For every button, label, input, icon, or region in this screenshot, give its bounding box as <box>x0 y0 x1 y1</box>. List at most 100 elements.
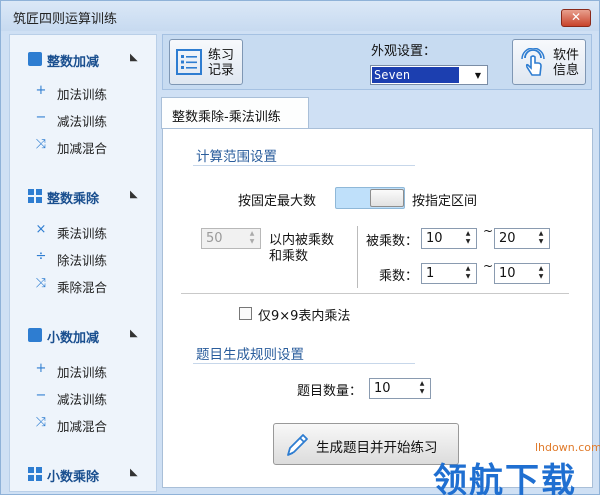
toolbar: 练习 记录 外观设置： Seven ▼ 软件 信息 <box>162 34 592 90</box>
interval-label: 按指定区间 <box>412 194 478 209</box>
sidebar-item-dec-sub[interactable]: − 减法训练 <box>10 386 156 408</box>
table-only-checkbox[interactable] <box>239 307 252 320</box>
question-count-stepper[interactable]: 10 ▲ ▼ <box>369 378 431 399</box>
sidebar-item-dec-addsub-mix[interactable]: ⤨ 加减混合 <box>10 413 156 435</box>
button-label: 练习 <box>208 48 235 63</box>
multiplicand-from-stepper[interactable]: 10 ▲ ▼ <box>421 228 477 249</box>
sidebar-group-label: 整数加减 <box>47 55 100 70</box>
practice-records-button[interactable]: 练习 记录 <box>169 39 243 85</box>
grid-icon <box>28 189 42 203</box>
sidebar-item-label: 减法训练 <box>57 392 108 407</box>
sidebar-item-int-sub[interactable]: − 减法训练 <box>10 108 156 130</box>
stepper-arrows-icon[interactable]: ▲ ▼ <box>535 265 547 282</box>
sidebar-group-dec-muldiv[interactable]: 小数乘除 ◣ <box>10 460 156 488</box>
title-bar: 筑匠四则运算训练 ✕ <box>1 1 599 31</box>
close-icon: ✕ <box>570 10 582 24</box>
max-number-stepper[interactable]: 50 ▲ ▼ <box>201 228 261 249</box>
sidebar-item-int-muldiv-mix[interactable]: ⤨ 乘除混合 <box>10 274 156 296</box>
sidebar-group-label: 小数乘除 <box>47 470 100 485</box>
multiplier-to-stepper[interactable]: 10 ▲ ▼ <box>494 263 550 284</box>
fixed-max-label: 按固定最大数 <box>238 194 317 209</box>
sidebar: 整数加减 ◣ + 加法训练 − 减法训练 ⤨ 加减混合 整数乘除 ◣ × 乘法训练 ÷ 除… <box>9 34 157 492</box>
sidebar-item-int-mul[interactable]: × 乘法训练 <box>10 220 156 242</box>
sidebar-item-label: 乘法训练 <box>57 226 108 241</box>
stepper-arrows-icon[interactable]: ▲ ▼ <box>246 230 258 247</box>
section-divider <box>193 363 415 364</box>
training-panel: 计算范围设置 按固定最大数 按指定区间 50 ▲ ▼ 以内被乘数 和乘数 被乘数：… <box>162 128 593 488</box>
stepper-value: 10 <box>426 231 443 246</box>
sidebar-item-label: 加法训练 <box>57 87 108 102</box>
multiplicand-to-stepper[interactable]: 20 ▲ ▼ <box>494 228 550 249</box>
collapse-arrow-icon: ◣ <box>130 189 138 200</box>
stepper-arrows-icon[interactable]: ▲ ▼ <box>462 230 474 247</box>
sidebar-item-int-addsub-mix[interactable]: ⤨ 加减混合 <box>10 135 156 157</box>
sidebar-item-dec-add[interactable]: + 加法训练 <box>10 359 156 381</box>
table-only-label[interactable]: 仅9×9表内乘法 <box>258 305 350 324</box>
button-label: 软件 <box>553 48 580 63</box>
plus-icon: + <box>35 83 47 98</box>
sidebar-item-label: 加减混合 <box>57 141 108 156</box>
collapse-arrow-icon: ◣ <box>130 328 138 339</box>
shuffle-icon: ⤨ <box>35 137 47 152</box>
multiplier-from-stepper[interactable]: 1 ▲ ▼ <box>421 263 477 284</box>
question-count-label: 题目数量： <box>297 384 363 399</box>
appearance-label: 外观设置： <box>371 44 437 59</box>
shuffle-icon: ⤨ <box>35 276 47 291</box>
sidebar-group-int-addsub[interactable]: 整数加减 ◣ <box>10 45 156 73</box>
pencil-icon <box>287 434 308 456</box>
stepper-arrows-icon[interactable]: ▲ ▼ <box>416 380 428 397</box>
tab-label: 整数乘除-乘法训练 <box>172 110 281 125</box>
range-tilde: ~ <box>483 224 494 238</box>
max-desc-line2: 和乘数 <box>269 249 309 264</box>
sidebar-group-dec-addsub[interactable]: 小数加减 ◣ <box>10 321 156 349</box>
stepper-value: 1 <box>426 266 435 281</box>
stepper-arrows-icon[interactable]: ▲ ▼ <box>462 265 474 282</box>
sidebar-item-label: 加减混合 <box>57 419 108 434</box>
sidebar-item-int-add[interactable]: + 加法训练 <box>10 81 156 103</box>
collapse-arrow-icon: ◣ <box>130 467 138 478</box>
watermark-logo: 领航下载 <box>433 461 577 495</box>
stepper-value: 50 <box>206 231 223 246</box>
sidebar-group-label: 小数加减 <box>47 331 100 346</box>
stepper-value: 10 <box>499 266 516 281</box>
rules-title: 题目生成规则设置 <box>196 347 304 363</box>
sidebar-item-label: 加法训练 <box>57 365 108 380</box>
appearance-select[interactable]: Seven ▼ <box>370 65 488 85</box>
grid-icon <box>28 467 42 481</box>
close-button[interactable]: ✕ <box>561 9 591 27</box>
stepper-value: 20 <box>499 231 516 246</box>
touch-hand-icon <box>521 48 545 76</box>
sidebar-item-label: 减法训练 <box>57 114 108 129</box>
horizontal-divider <box>181 293 569 294</box>
appearance-value: Seven <box>372 67 459 83</box>
window-title: 筑匠四则运算训练 <box>13 12 118 27</box>
range-mode-toggle[interactable] <box>335 187 405 209</box>
collapse-arrow-icon: ◣ <box>130 52 138 63</box>
app-window: 筑匠四则运算训练 ✕ 整数加减 ◣ + 加法训练 − 减法训练 ⤨ 加减混合 整数乘除… <box>0 0 600 495</box>
sidebar-group-int-muldiv[interactable]: 整数乘除 ◣ <box>10 182 156 210</box>
multiplier-label: 乘数： <box>379 269 419 284</box>
divide-icon: ÷ <box>35 249 47 264</box>
toggle-knob[interactable] <box>370 189 404 207</box>
stepper-arrows-icon[interactable]: ▲ ▼ <box>535 230 547 247</box>
list-icon <box>176 49 202 75</box>
plus-minus-icon <box>28 52 42 66</box>
software-info-button[interactable]: 软件 信息 <box>512 39 586 85</box>
minus-icon: − <box>35 388 47 403</box>
sidebar-item-int-div[interactable]: ÷ 除法训练 <box>10 247 156 269</box>
multiplicand-label: 被乘数： <box>366 234 419 249</box>
multiply-icon: × <box>35 222 47 237</box>
button-label: 信息 <box>553 63 580 78</box>
chevron-down-icon: ▼ <box>474 71 481 80</box>
button-label: 生成题目并开始练习 <box>316 440 438 456</box>
tab-int-mul-training[interactable]: 整数乘除-乘法训练 <box>161 97 309 129</box>
section-divider <box>193 165 415 166</box>
shuffle-icon: ⤨ <box>35 415 47 430</box>
sidebar-item-label: 乘除混合 <box>57 280 108 295</box>
calc-range-title: 计算范围设置 <box>196 149 277 165</box>
sidebar-group-label: 整数乘除 <box>47 192 100 207</box>
button-label: 记录 <box>208 63 235 78</box>
generate-start-button[interactable]: 生成题目并开始练习 <box>273 423 459 465</box>
plus-icon: + <box>35 361 47 376</box>
minus-icon: − <box>35 110 47 125</box>
